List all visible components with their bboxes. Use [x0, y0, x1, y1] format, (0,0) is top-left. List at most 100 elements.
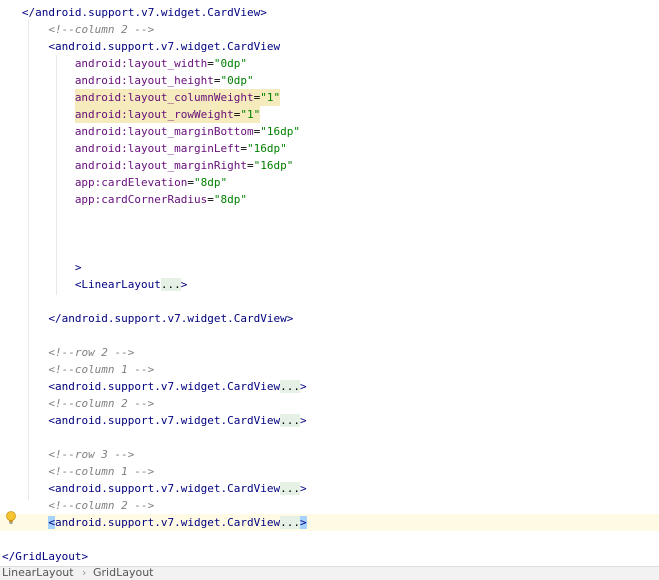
- code-line[interactable]: <!--row 3 -->: [0, 446, 659, 463]
- code-line[interactable]: [0, 327, 659, 344]
- code-line[interactable]: android:layout_marginRight="16dp": [0, 157, 659, 174]
- code-line[interactable]: android:layout_height="0dp": [0, 72, 659, 89]
- code-line[interactable]: android:layout_marginBottom="16dp": [0, 123, 659, 140]
- xml-tag: >: [300, 414, 307, 427]
- code-line-content: <android.support.v7.widget.CardView...>: [48, 480, 307, 497]
- code-line-content: <android.support.v7.widget.CardView...>: [48, 412, 307, 429]
- xml-tag: >: [300, 482, 307, 495]
- code-line-content: android:layout_marginBottom="16dp": [75, 123, 300, 140]
- xml-tag: <android.support.v7.widget.CardView: [48, 482, 281, 495]
- xml-attribute: android:layout_rowWeight: [74, 108, 234, 121]
- xml-attribute: app:cardCornerRadius: [74, 193, 208, 206]
- code-line-content: </android.support.v7.widget.CardView>: [22, 4, 267, 21]
- code-line-content: <LinearLayout...>: [75, 276, 187, 293]
- code-line[interactable]: <!--column 2 -->: [0, 497, 659, 514]
- code-line-content: android:layout_marginLeft="16dp": [75, 140, 287, 157]
- code-line[interactable]: <!--column 2 -->: [0, 395, 659, 412]
- xml-equals: =: [247, 159, 254, 172]
- brace-match: <: [48, 516, 55, 529]
- code-line-content: android:layout_rowWeight="1": [74, 106, 261, 123]
- code-line[interactable]: [0, 293, 659, 310]
- breadcrumb: LinearLayout › GridLayout: [0, 566, 659, 580]
- code-line[interactable]: android:layout_rowWeight="1": [0, 106, 659, 123]
- code-line-content: <!--row 2 -->: [48, 344, 134, 361]
- xml-attribute: app:cardElevation: [74, 176, 188, 189]
- code-line[interactable]: [0, 531, 659, 548]
- xml-tag: android.support.v7.widget.CardView: [54, 516, 281, 529]
- code-line-content: </android.support.v7.widget.CardView>: [48, 310, 293, 327]
- xml-attribute: android:layout_columnWeight: [74, 91, 254, 104]
- xml-attribute: android:layout_marginBottom: [74, 125, 254, 138]
- code-line[interactable]: <!--column 1 -->: [0, 463, 659, 480]
- code-line[interactable]: android:layout_columnWeight="1": [0, 89, 659, 106]
- code-line[interactable]: <android.support.v7.widget.CardView...>: [0, 480, 659, 497]
- code-line-content: <!--column 2 -->: [48, 497, 154, 514]
- code-line[interactable]: android:layout_width="0dp": [0, 55, 659, 72]
- code-line[interactable]: </android.support.v7.widget.CardView>: [0, 310, 659, 327]
- code-line-content: android:layout_columnWeight="1": [74, 89, 281, 106]
- code-line[interactable]: <!--column 2 -->: [0, 21, 659, 38]
- lightbulb-icon[interactable]: [5, 511, 17, 525]
- code-editor[interactable]: </android.support.v7.widget.CardView> <!-…: [0, 0, 659, 566]
- code-line-content: <!--column 1 -->: [48, 463, 154, 480]
- code-line-content: <!--column 2 -->: [48, 395, 154, 412]
- code-line-content: app:cardCornerRadius="8dp": [75, 191, 247, 208]
- code-line[interactable]: <android.support.v7.widget.CardView...>: [0, 378, 659, 395]
- code-line-content: >: [75, 259, 82, 276]
- xml-tag: >: [300, 380, 307, 393]
- fold-placeholder[interactable]: ...: [280, 380, 300, 393]
- xml-tag: <android.support.v7.widget.CardView: [48, 40, 281, 53]
- breadcrumb-separator: ›: [82, 566, 87, 579]
- fold-placeholder[interactable]: ...: [280, 516, 300, 529]
- current-code-line[interactable]: <android.support.v7.widget.CardView...>: [0, 514, 659, 531]
- fold-placeholder[interactable]: ...: [280, 482, 300, 495]
- xml-value: "8dp": [213, 193, 248, 206]
- xml-value: "16dp": [253, 159, 294, 172]
- code-line[interactable]: >: [0, 259, 659, 276]
- xml-comment: <!--row 2 -->: [48, 346, 135, 359]
- breadcrumb-item-gridlayout[interactable]: GridLayout: [93, 567, 153, 580]
- code-line[interactable]: <!--column 1 -->: [0, 361, 659, 378]
- code-line-content: android:layout_marginRight="16dp": [75, 157, 294, 174]
- code-line[interactable]: <android.support.v7.widget.CardView...>: [0, 412, 659, 429]
- xml-equals: =: [207, 57, 214, 70]
- xml-tag: </GridLayout>: [2, 550, 89, 563]
- xml-equals: =: [207, 193, 214, 206]
- code-line[interactable]: [0, 225, 659, 242]
- xml-value: "0dp": [220, 74, 254, 87]
- code-line[interactable]: android:layout_marginLeft="16dp": [0, 140, 659, 157]
- xml-value: "1": [260, 91, 281, 104]
- code-line[interactable]: <android.support.v7.widget.CardView: [0, 38, 659, 55]
- code-line[interactable]: [0, 429, 659, 446]
- xml-value: "0dp": [213, 57, 248, 70]
- xml-equals: =: [213, 74, 221, 87]
- xml-comment: <!--column 1 -->: [48, 363, 155, 376]
- code-line[interactable]: app:cardCornerRadius="8dp": [0, 191, 659, 208]
- code-line[interactable]: <LinearLayout...>: [0, 276, 659, 293]
- brace-match: >: [300, 516, 307, 529]
- code-line[interactable]: </android.support.v7.widget.CardView>: [0, 4, 659, 21]
- code-line[interactable]: [0, 208, 659, 225]
- xml-attribute: android:layout_marginRight: [74, 159, 247, 172]
- code-line[interactable]: [0, 242, 659, 259]
- xml-tag: <android.support.v7.widget.CardView: [48, 414, 281, 427]
- breadcrumb-item-linearlayout[interactable]: LinearLayout: [2, 567, 74, 580]
- code-line[interactable]: <!--row 2 -->: [0, 344, 659, 361]
- xml-comment: <!--column 2 -->: [48, 499, 155, 512]
- code-line-content: <android.support.v7.widget.CardView...>: [48, 514, 307, 531]
- code-line-content: <!--column 2 -->: [48, 21, 154, 38]
- fold-placeholder[interactable]: ...: [280, 414, 300, 427]
- xml-comment: <!--row 3 -->: [48, 448, 135, 461]
- code-line-content: <android.support.v7.widget.CardView: [48, 38, 280, 55]
- xml-comment: <!--column 1 -->: [48, 465, 155, 478]
- fold-placeholder[interactable]: ...: [160, 278, 181, 291]
- code-line[interactable]: app:cardElevation="8dp": [0, 174, 659, 191]
- xml-value: "8dp": [194, 176, 228, 189]
- code-line[interactable]: </GridLayout>: [0, 548, 659, 565]
- xml-tag: >: [74, 261, 82, 274]
- code-line-content: android:layout_height="0dp": [75, 72, 254, 89]
- xml-tag: <android.support.v7.widget.CardView: [48, 380, 281, 393]
- xml-comment: <!--column 2 -->: [48, 23, 155, 36]
- code-line-content: <android.support.v7.widget.CardView...>: [48, 378, 307, 395]
- code-line-content: </GridLayout>: [2, 548, 88, 565]
